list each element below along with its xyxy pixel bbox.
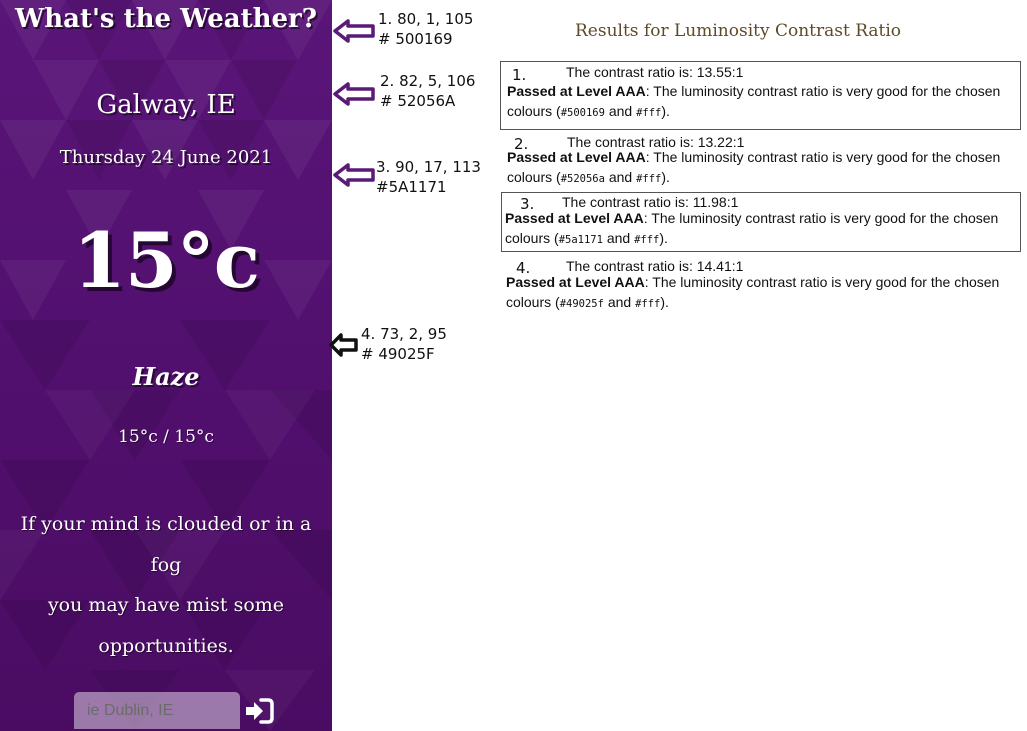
quote-line: If your mind is clouded or in a fog bbox=[20, 513, 312, 576]
pass-description: : The luminosity contrast ratio is very … bbox=[644, 274, 1000, 290]
contrast-ratio: The contrast ratio is: 14.41:1 bbox=[566, 258, 744, 274]
contrast-result: 4. The contrast ratio is: 14.41:1 Passed… bbox=[501, 256, 1021, 312]
contrast-ratio: The contrast ratio is: 13.22:1 bbox=[567, 134, 745, 150]
result-verdict: Passed at Level AAA: The luminosity cont… bbox=[505, 210, 998, 226]
annotation-1: 1. 80, 1, 105 # 500169 bbox=[378, 9, 473, 49]
result-colours: colours (#5a1171 and #fff). bbox=[505, 230, 668, 246]
result-colours: colours (#52056a and #fff). bbox=[507, 169, 670, 185]
pass-description: : The luminosity contrast ratio is very … bbox=[643, 210, 999, 226]
pass-label: Passed at Level AAA bbox=[506, 274, 645, 290]
sign-in-icon bbox=[246, 698, 274, 724]
contrast-result: 1. The contrast ratio is: 13.55:1 Passed… bbox=[500, 61, 1021, 130]
annotation-rgb: 4. 73, 2, 95 bbox=[361, 325, 447, 343]
close-paren: ). bbox=[661, 103, 670, 119]
colours-label: colours ( bbox=[505, 230, 559, 246]
annotation-arrow-4 bbox=[329, 333, 358, 357]
annotation-arrow-3 bbox=[333, 163, 375, 187]
contrast-ratio: The contrast ratio is: 13.55:1 bbox=[566, 64, 744, 80]
contrast-result: 2. The contrast ratio is: 13.22:1 Passed… bbox=[501, 132, 1021, 188]
annotation-4: 4. 73, 2, 95 # 49025F bbox=[361, 324, 447, 364]
close-paren: ). bbox=[659, 230, 668, 246]
background-colour: #500169 bbox=[560, 107, 605, 119]
pass-label: Passed at Level AAA bbox=[507, 83, 646, 99]
result-colours: colours (#500169 and #fff). bbox=[507, 103, 670, 119]
search-submit-button[interactable] bbox=[244, 698, 274, 724]
result-colours: colours (#49025f and #fff). bbox=[506, 294, 669, 310]
annotation-hex: # 52056A bbox=[380, 92, 456, 110]
contrast-ratio: The contrast ratio is: 11.98:1 bbox=[562, 194, 739, 210]
background-colour: #49025f bbox=[559, 298, 604, 310]
annotation-3: 3. 90, 17, 113 #5A1171 bbox=[376, 157, 481, 197]
annotation-rgb: 2. 82, 5, 106 bbox=[380, 72, 476, 90]
background-colour: #52056a bbox=[560, 173, 605, 185]
location-name: Galway, IE bbox=[96, 90, 236, 120]
annotation-rgb: 3. 90, 17, 113 bbox=[376, 158, 481, 176]
annotation-hex: #5A1171 bbox=[376, 178, 447, 196]
min-max-temperature: 15°c / 15°c bbox=[118, 427, 214, 447]
annotation-arrow-2 bbox=[333, 82, 375, 106]
contrast-result: 3. The contrast ratio is: 11.98:1 Passed… bbox=[501, 192, 1021, 252]
and-word: and bbox=[603, 294, 636, 310]
pass-label: Passed at Level AAA bbox=[505, 210, 644, 226]
weather-condition: Haze bbox=[132, 362, 200, 391]
colours-label: colours ( bbox=[507, 169, 561, 185]
annotation-hex: # 49025F bbox=[361, 345, 435, 363]
background-colour: #5a1171 bbox=[558, 234, 603, 246]
close-paren: ). bbox=[661, 169, 670, 185]
foreground-colour: #fff bbox=[636, 107, 662, 119]
foreground-colour: #fff bbox=[636, 173, 662, 185]
foreground-colour: #fff bbox=[634, 234, 660, 246]
and-word: and bbox=[604, 169, 637, 185]
result-verdict: Passed at Level AAA: The luminosity cont… bbox=[507, 149, 1000, 165]
and-word: and bbox=[602, 230, 635, 246]
current-date: Thursday 24 June 2021 bbox=[59, 147, 273, 168]
result-verdict: Passed at Level AAA: The luminosity cont… bbox=[507, 83, 1000, 99]
app-title: What's the Weather? bbox=[15, 4, 317, 34]
pass-description: : The luminosity contrast ratio is very … bbox=[645, 149, 1001, 165]
colours-label: colours ( bbox=[506, 294, 560, 310]
pass-description: : The luminosity contrast ratio is very … bbox=[645, 83, 1001, 99]
colours-label: colours ( bbox=[507, 103, 561, 119]
weather-panel: What's the Weather? Galway, IE Thursday … bbox=[0, 0, 332, 731]
annotation-rgb: 1. 80, 1, 105 bbox=[378, 10, 474, 28]
quote-line: you may have mist some bbox=[47, 594, 285, 616]
result-number: 1. bbox=[512, 66, 527, 84]
annotation-arrow-1 bbox=[333, 19, 375, 43]
city-search-input[interactable] bbox=[74, 692, 240, 729]
current-temperature: 15°c bbox=[72, 216, 260, 305]
pass-label: Passed at Level AAA bbox=[507, 149, 646, 165]
close-paren: ). bbox=[660, 294, 669, 310]
quote-line: opportunities. bbox=[98, 634, 234, 657]
annotation-hex: # 500169 bbox=[378, 30, 453, 48]
and-word: and bbox=[604, 103, 637, 119]
result-verdict: Passed at Level AAA: The luminosity cont… bbox=[506, 274, 999, 290]
annotation-2: 2. 82, 5, 106 # 52056A bbox=[380, 71, 475, 111]
weather-quote: If your mind is clouded or in a fog you … bbox=[4, 504, 328, 666]
results-title: Results for Luminosity Contrast Ratio bbox=[575, 21, 902, 41]
foreground-colour: #fff bbox=[635, 298, 661, 310]
